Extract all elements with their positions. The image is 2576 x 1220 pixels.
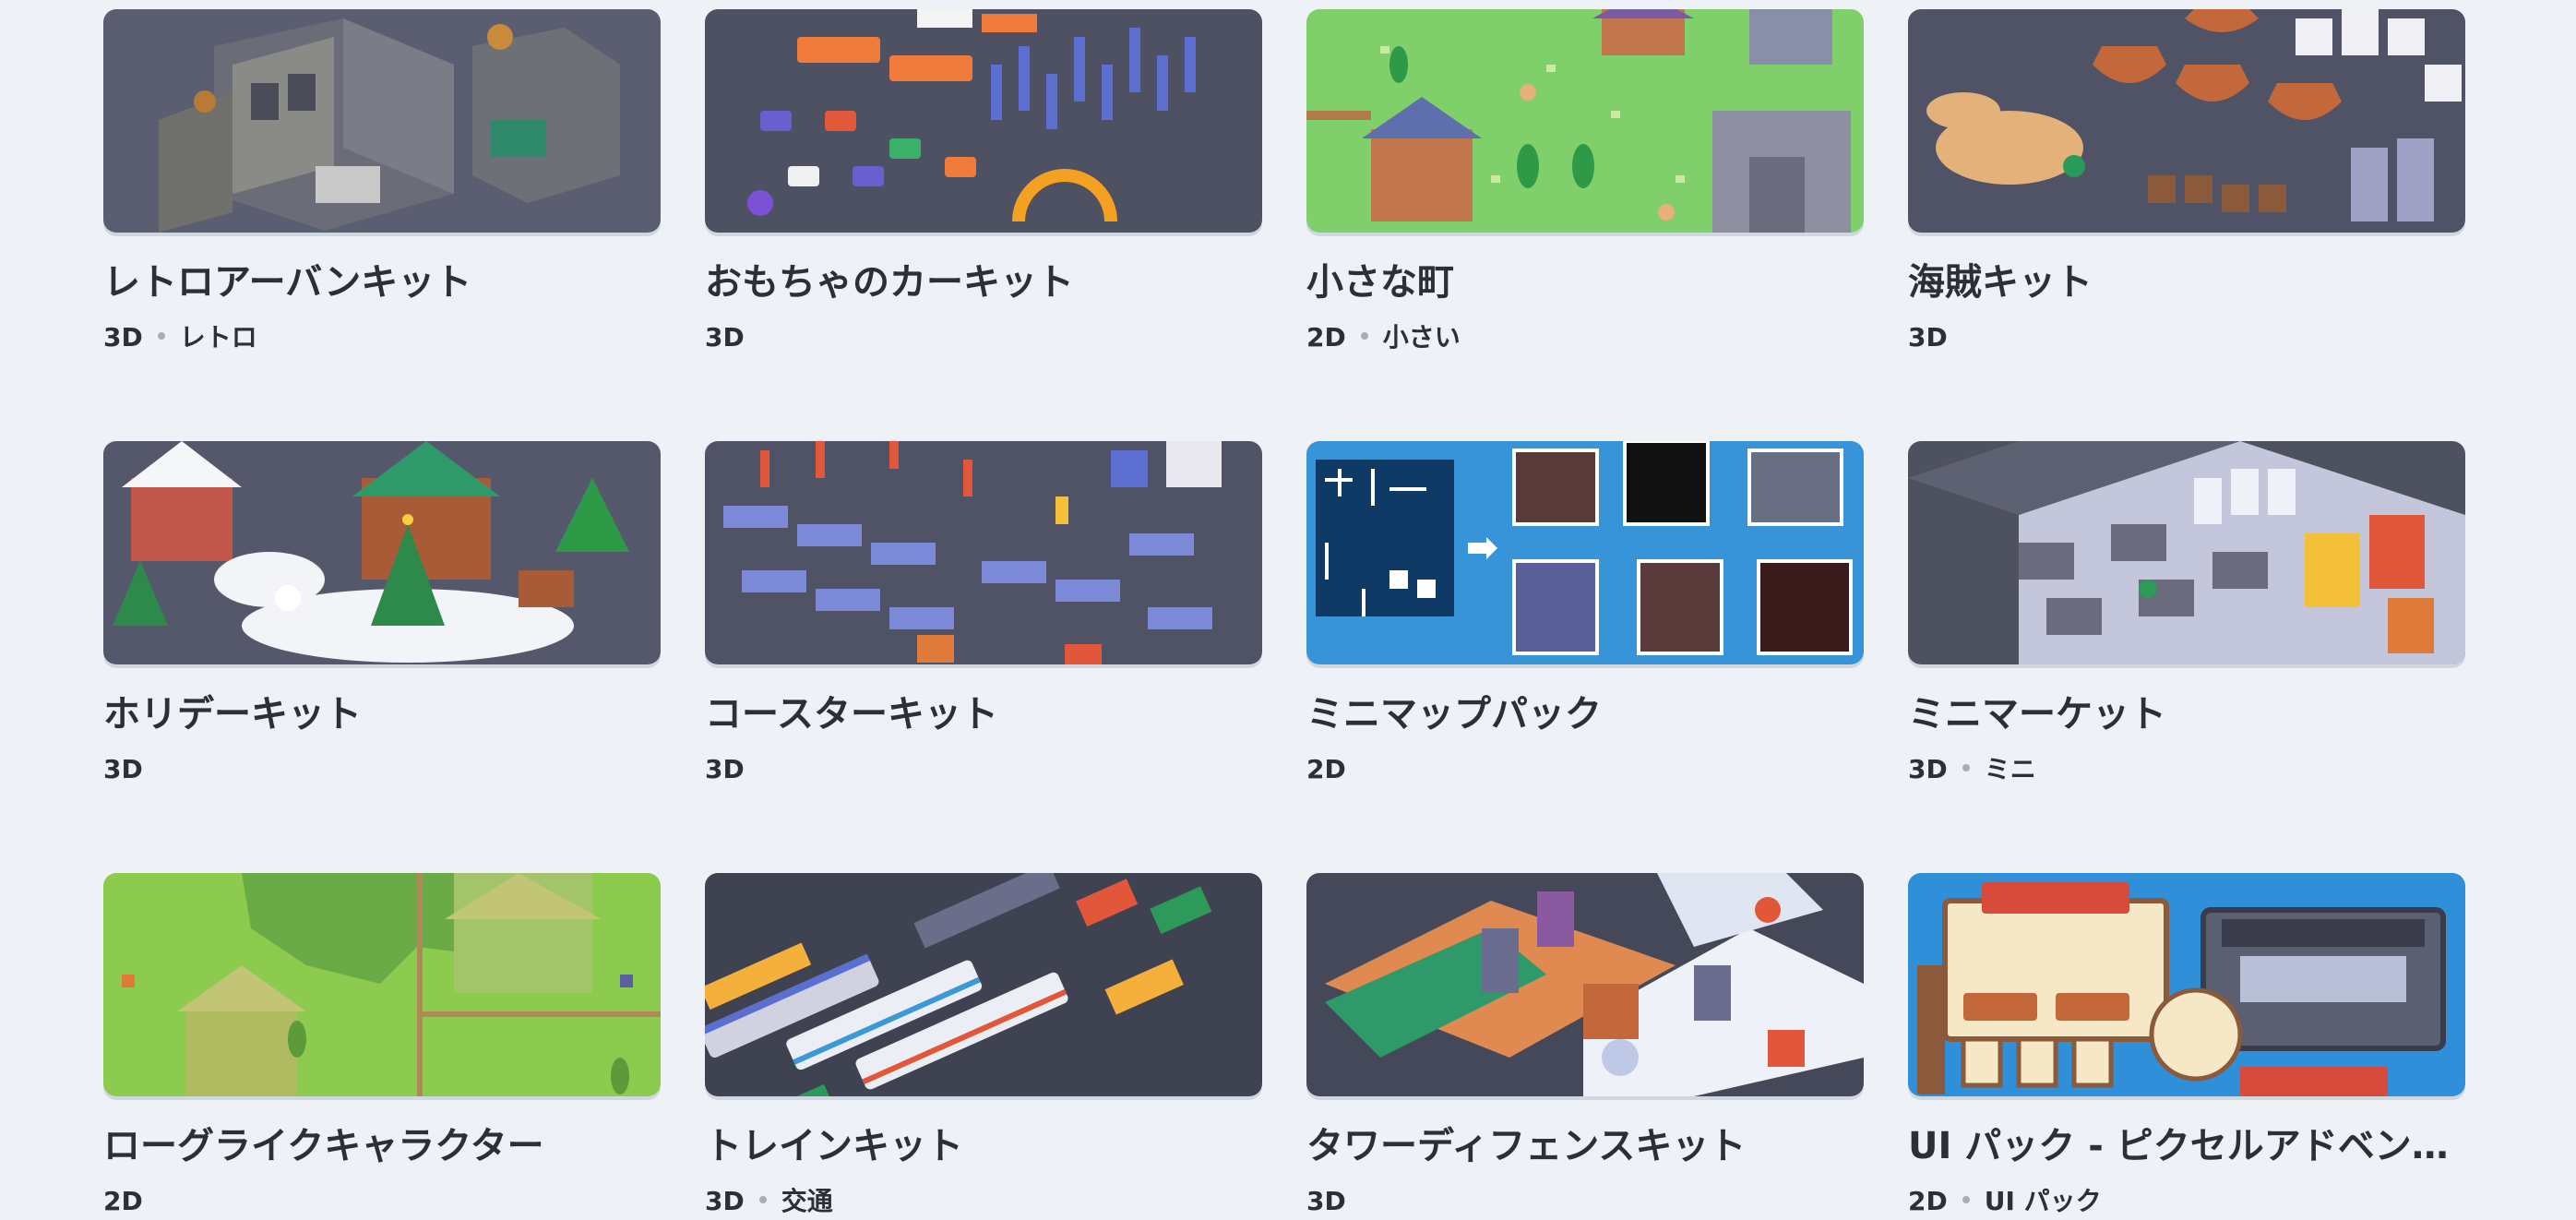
card-meta: 2D	[103, 1183, 143, 1220]
thumbnail-image	[1908, 873, 2465, 1096]
tag-label: 小さい	[1382, 322, 1461, 353]
thumbnail-image	[1306, 873, 1864, 1096]
separator-dot	[1360, 332, 1368, 340]
dimension-label: 2D	[1908, 1186, 1948, 1216]
card-meta: 3D	[1306, 1183, 1346, 1220]
dimension-label: 3D	[705, 754, 745, 784]
tag-label: レトロ	[179, 322, 257, 353]
dimension-label: 3D	[1306, 1186, 1346, 1216]
card-title: レトロアーバンキット	[103, 261, 472, 304]
card-title: UI パック - ピクセルアドベンチ...	[1908, 1125, 2465, 1167]
dimension-label: 2D	[103, 1186, 143, 1216]
card-meta: 3D	[1908, 319, 1948, 356]
tag-label: UI パック	[1984, 1186, 2102, 1216]
card-meta: 3D	[705, 751, 745, 788]
dimension-label: 2D	[1306, 322, 1346, 353]
card-title: 海賊キット	[1908, 261, 2093, 304]
card-meta: 2D	[1306, 751, 1346, 788]
card-meta: 3D	[705, 319, 745, 356]
card-meta: 3D ミニ	[1908, 751, 2036, 788]
card-meta: 2D UI パック	[1908, 1183, 2102, 1220]
card-title: トレインキット	[705, 1125, 963, 1167]
thumbnail-image	[1306, 9, 1864, 233]
card-meta: 3D レトロ	[103, 319, 257, 356]
thumbnail-image	[1306, 441, 1864, 664]
separator-dot	[758, 1196, 767, 1203]
card-title: ローグライクキャラクター	[103, 1125, 544, 1167]
separator-dot	[1962, 764, 1970, 771]
card-title: ホリデーキット	[103, 693, 362, 736]
dimension-label: 2D	[1306, 754, 1346, 784]
thumbnail-image	[103, 9, 661, 233]
thumbnail-image	[103, 441, 661, 664]
thumbnail-image	[705, 441, 1262, 664]
separator-dot	[157, 332, 165, 340]
tag-label: ミニ	[1984, 754, 2036, 784]
card-title: ミニマップパック	[1306, 693, 1602, 736]
card-title: ミニマーケット	[1908, 693, 2166, 736]
thumbnail-image	[1908, 441, 2465, 664]
card-title: コースターキット	[705, 693, 998, 736]
thumbnail-image	[705, 873, 1262, 1096]
tag-label: 交通	[781, 1186, 833, 1216]
card-title: タワーディフェンスキット	[1306, 1125, 1747, 1167]
thumbnail-image	[1908, 9, 2465, 233]
card-meta: 3D	[103, 751, 143, 788]
card-title: おもちゃのカーキット	[705, 261, 1074, 304]
dimension-label: 3D	[103, 322, 143, 353]
dimension-label: 3D	[1908, 322, 1948, 353]
separator-dot	[1962, 1196, 1970, 1203]
thumbnail-image	[705, 9, 1262, 233]
card-title: 小さな町	[1306, 261, 1454, 304]
card-meta: 3D 交通	[705, 1183, 833, 1220]
dimension-label: 3D	[705, 322, 745, 353]
card-meta: 2D 小さい	[1306, 319, 1461, 356]
thumbnail-image	[103, 873, 661, 1096]
dimension-label: 3D	[705, 1186, 745, 1216]
dimension-label: 3D	[103, 754, 143, 784]
asset-grid: レトロアーバンキット 3D レトロ おもちゃのカーキット 3D 小さな町 2D …	[103, 0, 2466, 1218]
dimension-label: 3D	[1908, 754, 1948, 784]
